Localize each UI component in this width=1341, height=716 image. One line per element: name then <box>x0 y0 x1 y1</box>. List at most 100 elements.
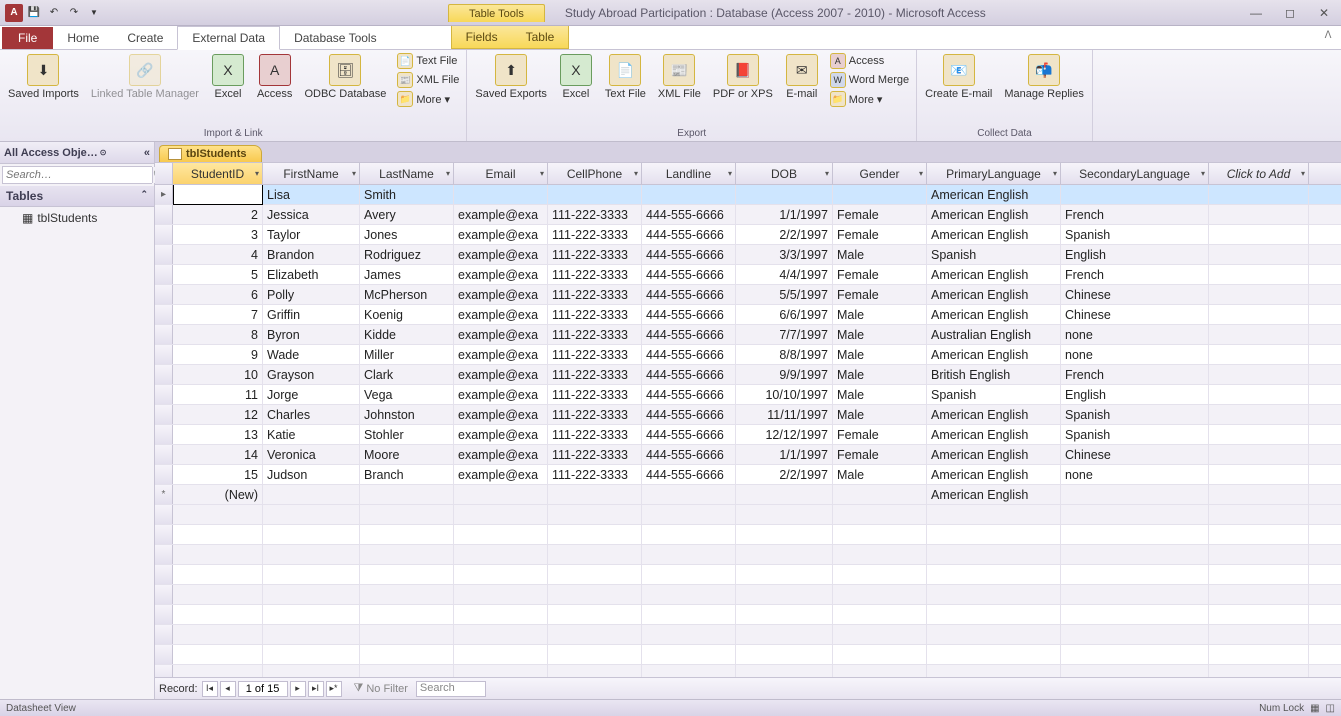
nav-dropdown-icon[interactable]: ⊙ <box>100 148 107 157</box>
cell-firstname[interactable]: Griffin <box>263 305 360 324</box>
cell-landline[interactable]: 444-555-6666 <box>642 305 736 324</box>
filter-dropdown-icon[interactable]: ▾ <box>1301 169 1305 178</box>
cell-secondarylanguage[interactable]: Chinese <box>1061 305 1209 324</box>
row-selector[interactable] <box>155 345 173 364</box>
cell-dob[interactable]: 1/1/1997 <box>736 445 833 464</box>
cell-lastname[interactable]: Moore <box>360 445 454 464</box>
nav-new-button[interactable]: ▸* <box>326 681 342 697</box>
row-selector[interactable] <box>155 385 173 404</box>
new-row[interactable]: * (New) American English <box>155 485 1341 505</box>
nav-first-button[interactable]: I◂ <box>202 681 218 697</box>
cell-email[interactable]: example@exa <box>454 245 548 264</box>
create-email-button[interactable]: 📧Create E-mail <box>921 52 996 102</box>
cell-dob[interactable]: 5/5/1997 <box>736 285 833 304</box>
cell-primarylanguage[interactable]: American English <box>927 205 1061 224</box>
cell-landline[interactable]: 444-555-6666 <box>642 385 736 404</box>
redo-icon[interactable]: ↷ <box>65 4 83 22</box>
select-all-corner[interactable] <box>155 163 173 184</box>
cell-primarylanguage[interactable]: American English <box>927 265 1061 284</box>
export-email-button[interactable]: ✉E-mail <box>781 52 823 102</box>
cell-secondarylanguage[interactable] <box>1061 185 1209 204</box>
cell-add[interactable] <box>1209 205 1309 224</box>
cell-secondarylanguage[interactable]: French <box>1061 365 1209 384</box>
row-selector[interactable] <box>155 465 173 484</box>
column-header-secondarylanguage[interactable]: SecondaryLanguage▾ <box>1061 163 1209 184</box>
app-icon[interactable]: A <box>5 4 23 22</box>
cell-landline[interactable]: 444-555-6666 <box>642 205 736 224</box>
table-row[interactable]: 3 Taylor Jones example@exa 111-222-3333 … <box>155 225 1341 245</box>
cell-email[interactable]: example@exa <box>454 305 548 324</box>
cell-secondarylanguage[interactable]: none <box>1061 465 1209 484</box>
cell-add[interactable] <box>1209 405 1309 424</box>
tab-home[interactable]: Home <box>53 27 113 49</box>
cell-gender[interactable]: Female <box>833 225 927 244</box>
cell-cellphone[interactable]: 111-222-3333 <box>548 445 642 464</box>
cell-landline[interactable]: 444-555-6666 <box>642 365 736 384</box>
nav-next-button[interactable]: ▸ <box>290 681 306 697</box>
filter-dropdown-icon[interactable]: ▾ <box>540 169 544 178</box>
cell-lastname[interactable]: James <box>360 265 454 284</box>
datasheet-grid[interactable]: StudentID▾FirstName▾LastName▾Email▾CellP… <box>155 162 1341 677</box>
cell-studentid[interactable]: 6 <box>173 285 263 304</box>
cell-secondarylanguage[interactable]: Chinese <box>1061 445 1209 464</box>
table-row[interactable]: 8 Byron Kidde example@exa 111-222-3333 4… <box>155 325 1341 345</box>
row-selector[interactable]: ▸ <box>155 185 173 204</box>
cell-studentid[interactable]: (New) <box>173 485 263 504</box>
filter-dropdown-icon[interactable]: ▾ <box>728 169 732 178</box>
cell-gender[interactable]: Male <box>833 405 927 424</box>
column-header-click-to-add[interactable]: Click to Add▾ <box>1209 163 1309 184</box>
filter-dropdown-icon[interactable]: ▾ <box>1053 169 1057 178</box>
cell-email[interactable]: example@exa <box>454 345 548 364</box>
filter-dropdown-icon[interactable]: ▾ <box>255 169 259 178</box>
cell-dob[interactable]: 4/4/1997 <box>736 265 833 284</box>
search-input[interactable] <box>3 167 152 183</box>
cell-firstname[interactable]: Elizabeth <box>263 265 360 284</box>
cell-lastname[interactable]: Jones <box>360 225 454 244</box>
cell-cellphone[interactable]: 111-222-3333 <box>548 465 642 484</box>
cell-add[interactable] <box>1209 385 1309 404</box>
cell-lastname[interactable]: Smith <box>360 185 454 204</box>
table-row[interactable]: 11 Jorge Vega example@exa 111-222-3333 4… <box>155 385 1341 405</box>
cell-email[interactable]: example@exa <box>454 265 548 284</box>
cell-cellphone[interactable]: 111-222-3333 <box>548 305 642 324</box>
column-header-primarylanguage[interactable]: PrimaryLanguage▾ <box>927 163 1061 184</box>
cell-primarylanguage[interactable]: Spanish <box>927 385 1061 404</box>
linked-table-manager-button[interactable]: 🔗Linked Table Manager <box>87 52 203 102</box>
nav-item-tblstudents[interactable]: ▦tblStudents <box>0 207 154 229</box>
cell-gender[interactable]: Female <box>833 205 927 224</box>
table-row[interactable]: ▸ Lisa Smith American English <box>155 185 1341 205</box>
cell-firstname[interactable]: Byron <box>263 325 360 344</box>
table-row[interactable]: 2 Jessica Avery example@exa 111-222-3333… <box>155 205 1341 225</box>
cell-email[interactable]: example@exa <box>454 445 548 464</box>
cell-studentid[interactable] <box>173 184 263 205</box>
row-selector[interactable] <box>155 265 173 284</box>
tab-external-data[interactable]: External Data <box>177 26 280 50</box>
cell-studentid[interactable]: 8 <box>173 325 263 344</box>
tab-fields[interactable]: Fields <box>452 26 512 48</box>
cell-gender[interactable]: Female <box>833 425 927 444</box>
table-row[interactable]: 5 Elizabeth James example@exa 111-222-33… <box>155 265 1341 285</box>
cell-email[interactable]: example@exa <box>454 465 548 484</box>
collapse-group-icon[interactable]: ⌃ <box>140 189 148 203</box>
cell-studentid[interactable]: 3 <box>173 225 263 244</box>
cell-email[interactable]: example@exa <box>454 385 548 404</box>
cell-dob[interactable]: 8/8/1997 <box>736 345 833 364</box>
cell-landline[interactable]: 444-555-6666 <box>642 285 736 304</box>
import-excel-button[interactable]: XExcel <box>207 52 249 102</box>
cell-secondarylanguage[interactable]: none <box>1061 325 1209 344</box>
cell-lastname[interactable]: Avery <box>360 205 454 224</box>
cell-landline[interactable] <box>642 185 736 204</box>
row-selector[interactable] <box>155 285 173 304</box>
cell-lastname[interactable]: Johnston <box>360 405 454 424</box>
nav-prev-button[interactable]: ◂ <box>220 681 236 697</box>
column-header-email[interactable]: Email▾ <box>454 163 548 184</box>
cell-studentid[interactable]: 15 <box>173 465 263 484</box>
cell-lastname[interactable]: Branch <box>360 465 454 484</box>
cell-gender[interactable]: Male <box>833 385 927 404</box>
row-selector[interactable] <box>155 325 173 344</box>
column-header-gender[interactable]: Gender▾ <box>833 163 927 184</box>
cell-landline[interactable]: 444-555-6666 <box>642 265 736 284</box>
cell-landline[interactable]: 444-555-6666 <box>642 245 736 264</box>
filter-dropdown-icon[interactable]: ▾ <box>1201 169 1205 178</box>
undo-icon[interactable]: ↶ <box>45 4 63 22</box>
